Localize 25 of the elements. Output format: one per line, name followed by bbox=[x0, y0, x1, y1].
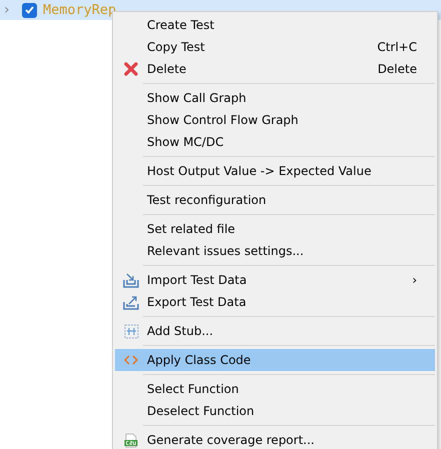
menu-item[interactable]: Test reconfiguration bbox=[115, 189, 435, 211]
menu-item[interactable]: Apply Class Code bbox=[115, 349, 435, 371]
menu-item[interactable]: Delete Delete bbox=[115, 58, 435, 80]
export-icon bbox=[123, 294, 139, 310]
menu-item[interactable]: Show Control Flow Graph bbox=[115, 109, 435, 131]
checkbox[interactable] bbox=[22, 2, 37, 18]
delete-icon bbox=[124, 62, 138, 76]
checkmark-icon bbox=[25, 6, 34, 14]
menu-item[interactable]: Import Test Data › bbox=[115, 269, 435, 291]
code-icon bbox=[124, 355, 138, 365]
function-name: MemoryRep bbox=[43, 2, 116, 18]
csv-file-icon bbox=[124, 432, 138, 448]
menu-item[interactable]: Deselect Function bbox=[115, 400, 435, 422]
menu-item[interactable]: Add Stub... bbox=[115, 320, 435, 342]
menu-item[interactable]: Copy Test Ctrl+C bbox=[115, 36, 435, 58]
menu-item[interactable]: Generate coverage report... bbox=[115, 429, 435, 449]
menu-item[interactable]: Relevant issues settings... bbox=[115, 240, 435, 262]
menu-item[interactable]: Select Function bbox=[115, 378, 435, 400]
menu-item[interactable]: Export Test Data bbox=[115, 291, 435, 313]
menu-item[interactable]: Show Call Graph bbox=[115, 87, 435, 109]
menu-item[interactable]: Set related file bbox=[115, 218, 435, 240]
import-icon bbox=[123, 272, 139, 288]
stub-icon bbox=[124, 324, 138, 338]
menu-item[interactable]: Host Output Value -> Expected Value bbox=[115, 160, 435, 182]
menu-item[interactable]: Show MC/DC bbox=[115, 131, 435, 153]
